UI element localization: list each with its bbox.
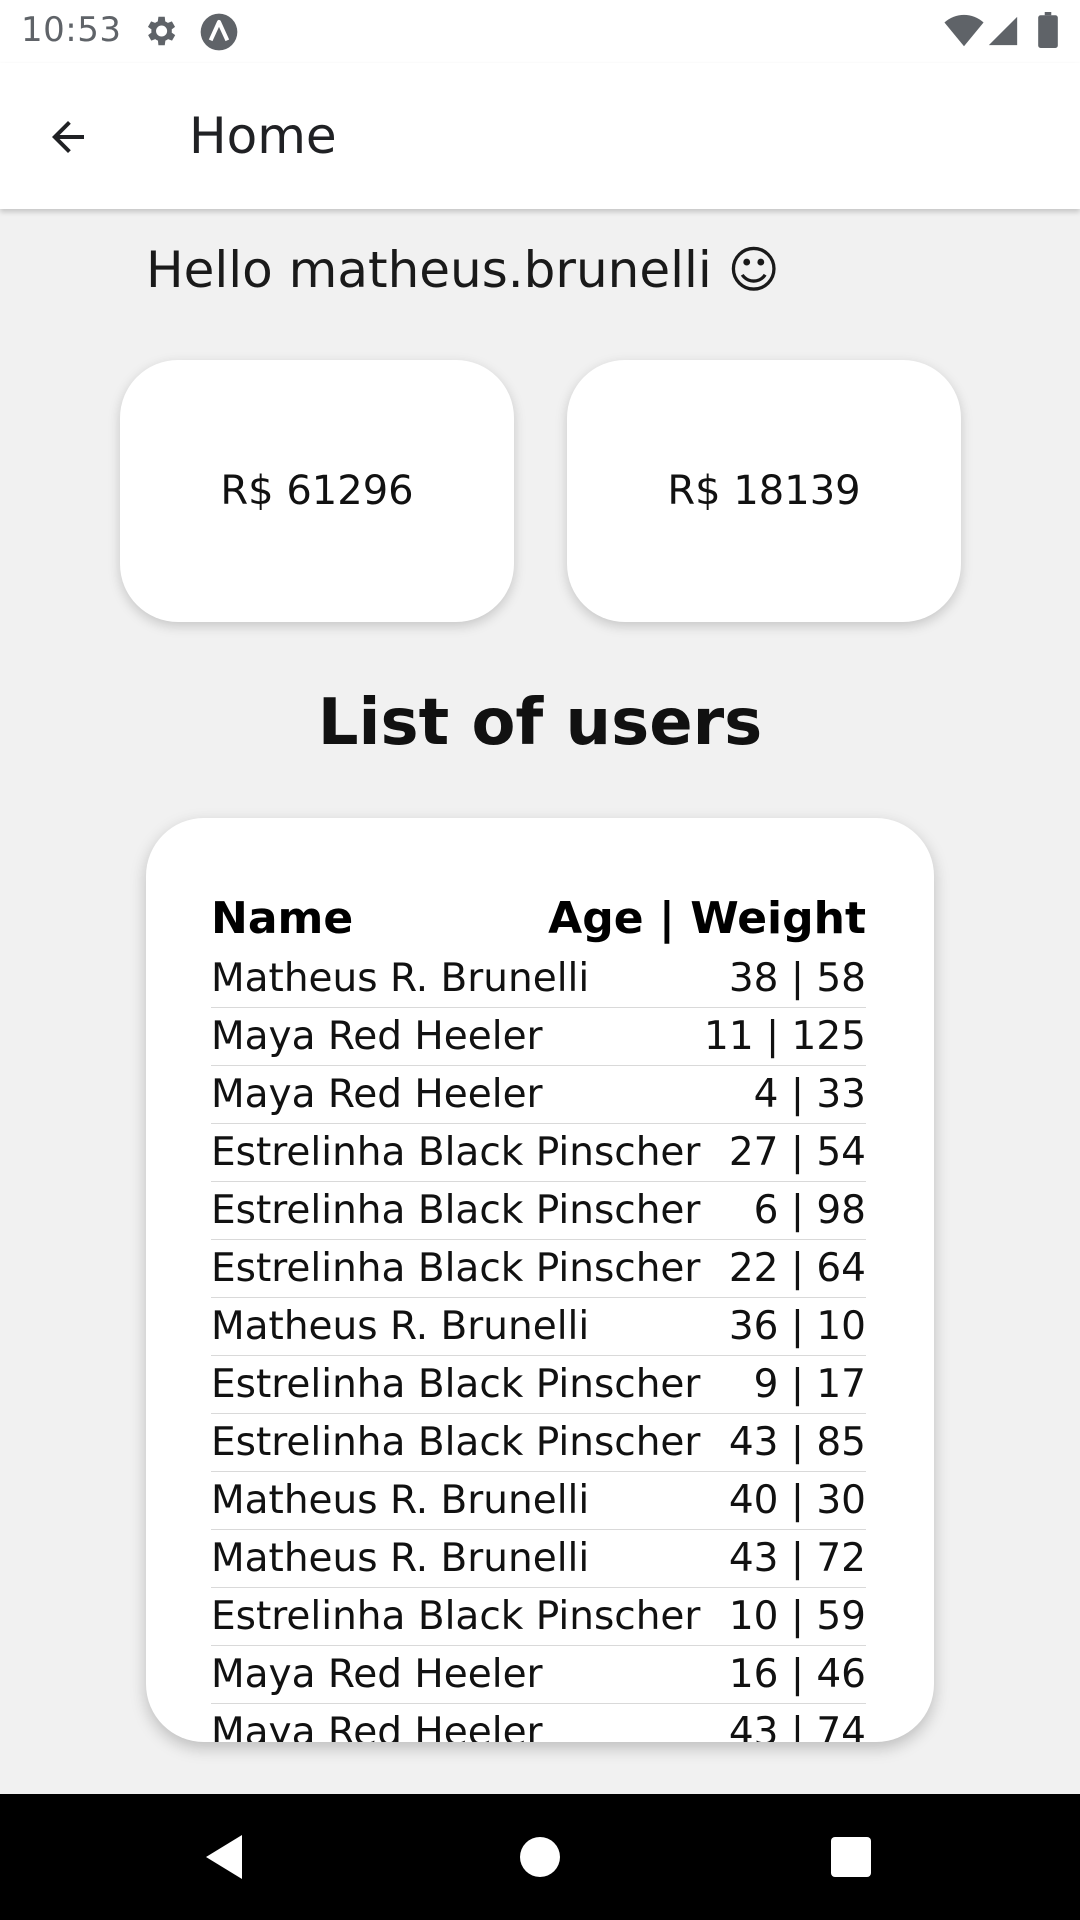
nav-recents-icon — [831, 1837, 871, 1877]
row-name: Matheus R. Brunelli — [211, 1536, 590, 1581]
wifi-icon — [944, 14, 984, 47]
table-row: Estrelinha Black Pinscher 10 | 59 — [211, 1588, 866, 1646]
row-name: Maya Red Heeler — [211, 1014, 543, 1059]
table-rows: Matheus R. Brunelli 38 | 58 Maya Red Heele… — [211, 950, 866, 1742]
row-name: Estrelinha Black Pinscher — [211, 1246, 701, 1291]
nav-recents-button[interactable] — [818, 1824, 884, 1890]
row-age-weight: 43 | 72 — [728, 1536, 866, 1581]
row-age-weight: 9 | 17 — [753, 1362, 866, 1407]
row-name: Maya Red Heeler — [211, 1652, 543, 1697]
page-title: Home — [189, 107, 337, 165]
table-row: Matheus R. Brunelli 40 | 30 — [211, 1472, 866, 1530]
signal-icon — [988, 16, 1018, 46]
row-age-weight: 43 | 85 — [728, 1420, 866, 1465]
nav-back-icon — [206, 1835, 242, 1879]
nav-home-icon — [520, 1837, 560, 1877]
row-age-weight: 27 | 54 — [728, 1130, 866, 1175]
row-age-weight: 22 | 64 — [728, 1246, 866, 1291]
header-age-weight: Age | Weight — [548, 893, 866, 944]
row-age-weight: 10 | 59 — [728, 1594, 866, 1639]
app-bar: Home — [0, 63, 1080, 209]
row-name: Maya Red Heeler — [211, 1710, 543, 1742]
nav-home-button[interactable] — [507, 1824, 573, 1890]
gear-icon — [147, 16, 176, 46]
table-row: Estrelinha Black Pinscher 22 | 64 — [211, 1240, 866, 1298]
row-name: Estrelinha Black Pinscher — [211, 1594, 701, 1639]
table-row: Estrelinha Black Pinscher 27 | 54 — [211, 1124, 866, 1182]
users-list-card[interactable]: Name Age | Weight Matheus R. Brunelli 38 … — [146, 818, 934, 1742]
value-card-right-amount: R$ 18139 — [667, 468, 861, 514]
a-app-icon — [200, 13, 238, 51]
table-row: Estrelinha Black Pinscher 43 | 85 — [211, 1414, 866, 1472]
row-name: Matheus R. Brunelli — [211, 956, 590, 1001]
battery-icon — [1038, 12, 1058, 48]
table-row: Maya Red Heeler 43 | 74 — [211, 1704, 866, 1742]
navigation-bar — [0, 1794, 1080, 1920]
row-name: Estrelinha Black Pinscher — [211, 1362, 701, 1407]
row-age-weight: 43 | 74 — [728, 1710, 866, 1742]
row-age-weight: 36 | 10 — [728, 1304, 866, 1349]
row-age-weight: 4 | 33 — [753, 1072, 866, 1117]
users-table: Name Age | Weight Matheus R. Brunelli 38 … — [211, 888, 866, 1742]
row-name: Matheus R. Brunelli — [211, 1478, 590, 1523]
row-age-weight: 40 | 30 — [728, 1478, 866, 1523]
row-age-weight: 11 | 125 — [704, 1014, 866, 1059]
arrow-left-icon — [52, 121, 84, 153]
value-card-left-amount: R$ 61296 — [220, 468, 414, 514]
table-row: Maya Red Heeler 16 | 46 — [211, 1646, 866, 1704]
table-row: Maya Red Heeler 4 | 33 — [211, 1066, 866, 1124]
row-name: Matheus R. Brunelli — [211, 1304, 590, 1349]
row-name: Maya Red Heeler — [211, 1072, 543, 1117]
row-age-weight: 6 | 98 — [753, 1188, 866, 1233]
status-bar: 10:53 — [0, 0, 1080, 63]
row-age-weight: 38 | 58 — [728, 956, 866, 1001]
table-header: Name Age | Weight — [211, 888, 866, 950]
table-row: Estrelinha Black Pinscher 6 | 98 — [211, 1182, 866, 1240]
row-age-weight: 16 | 46 — [728, 1652, 866, 1697]
value-card-right: R$ 18139 — [567, 360, 961, 622]
row-name: Estrelinha Black Pinscher — [211, 1130, 701, 1175]
greeting-text: Hello matheus.brunelli ☺ — [146, 241, 780, 299]
nav-back-button[interactable] — [191, 1824, 257, 1890]
table-row: Matheus R. Brunelli 43 | 72 — [211, 1530, 866, 1588]
table-row: Matheus R. Brunelli 38 | 58 — [211, 950, 866, 1008]
status-time: 10:53 — [21, 10, 122, 50]
back-button[interactable] — [28, 97, 108, 177]
table-row: Matheus R. Brunelli 36 | 10 — [211, 1298, 866, 1356]
row-name: Estrelinha Black Pinscher — [211, 1188, 701, 1233]
row-name: Estrelinha Black Pinscher — [211, 1420, 701, 1465]
table-row: Maya Red Heeler 11 | 125 — [211, 1008, 866, 1066]
table-row: Estrelinha Black Pinscher 9 | 17 — [211, 1356, 866, 1414]
value-card-left: R$ 61296 — [120, 360, 514, 622]
list-title: List of users — [317, 686, 763, 760]
header-name: Name — [211, 893, 354, 944]
